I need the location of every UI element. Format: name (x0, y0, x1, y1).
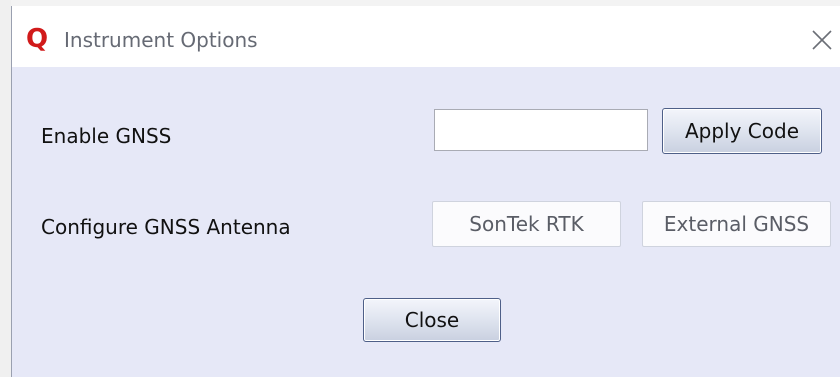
close-button[interactable]: Close (363, 298, 501, 342)
close-icon[interactable] (802, 20, 840, 60)
enable-gnss-label: Enable GNSS (41, 124, 172, 148)
apply-code-button[interactable]: Apply Code (662, 108, 822, 154)
external-gnss-button-label: External GNSS (663, 212, 810, 236)
configure-antenna-label: Configure GNSS Antenna (41, 215, 291, 239)
close-button-label: Close (404, 308, 460, 332)
instrument-options-dialog: Q Instrument Options Enable GNSS Apply C… (11, 6, 840, 377)
gnss-code-input[interactable] (434, 109, 648, 151)
dialog-title: Instrument Options (64, 28, 258, 52)
title-bar: Q Instrument Options (12, 6, 840, 67)
sontek-rtk-button-label: SonTek RTK (469, 212, 584, 236)
app-logo-icon: Q (26, 24, 49, 54)
sontek-rtk-button[interactable]: SonTek RTK (432, 201, 621, 247)
apply-code-button-label: Apply Code (684, 119, 800, 143)
background-app-edge (0, 0, 11, 377)
external-gnss-button[interactable]: External GNSS (642, 201, 831, 247)
